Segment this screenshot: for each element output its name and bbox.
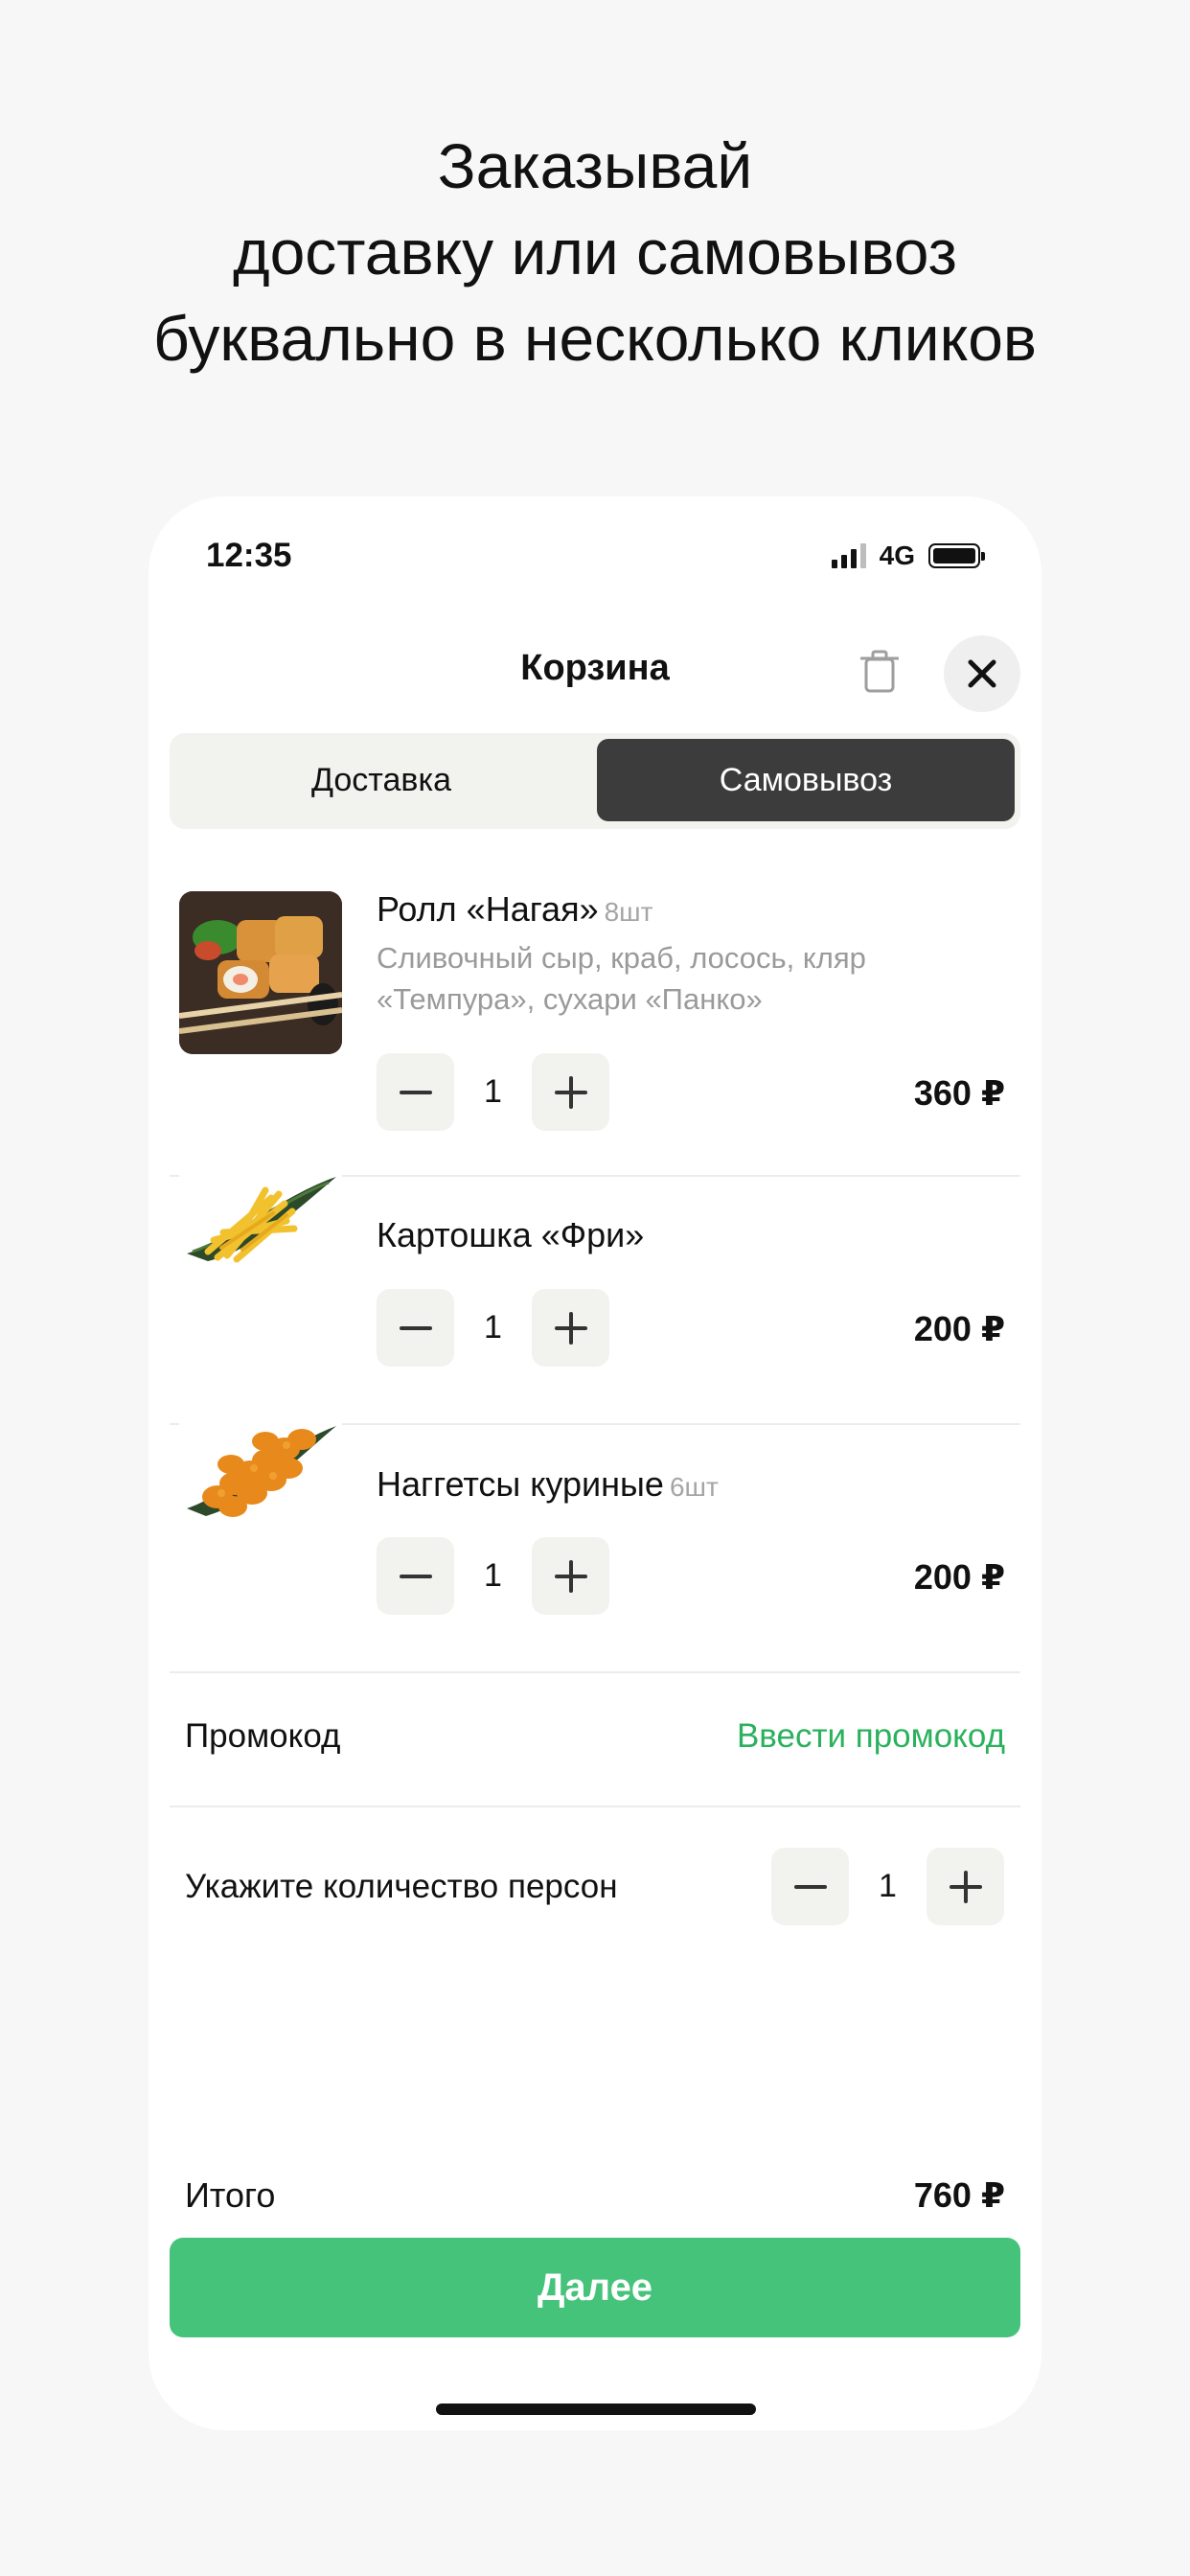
item-image-nuggets — [179, 1384, 342, 1547]
minus-icon — [399, 1090, 432, 1094]
plus-icon — [949, 1870, 982, 1903]
sushi-roll-icon — [179, 891, 342, 1054]
quantity-value: 1 — [484, 1557, 502, 1594]
home-indicator — [436, 2404, 756, 2415]
item-image-fries — [179, 1137, 342, 1300]
fries-icon — [179, 1137, 342, 1300]
increase-button[interactable] — [532, 1053, 609, 1131]
item-description: Сливочный сыр, краб, лосось, кляр «Темпу… — [377, 941, 866, 1016]
minus-icon — [399, 1325, 432, 1330]
status-bar: 12:35 4G — [149, 496, 1041, 621]
quantity-stepper: 1 — [377, 1053, 609, 1131]
increase-persons-button[interactable] — [927, 1848, 1004, 1925]
tab-pickup[interactable]: Самовывоз — [597, 739, 1015, 821]
tab-delivery[interactable]: Доставка — [175, 739, 587, 821]
divider — [170, 1671, 1020, 1673]
phone-screen: 12:35 4G Корзина Доставка Самовывоз Ролл… — [149, 496, 1041, 2430]
headline-line-2: доставку или самовывоз — [233, 217, 957, 288]
enter-promo-link[interactable]: Ввести промокод — [737, 1717, 1005, 1756]
quantity-stepper: 1 — [377, 1289, 609, 1367]
persons-stepper: 1 — [771, 1848, 1004, 1925]
persons-label: Укажите количество персон — [185, 1868, 618, 1905]
divider — [170, 1806, 1020, 1807]
item-price: 360 ₽ — [913, 1073, 1005, 1113]
clear-cart-button[interactable] — [848, 640, 911, 703]
minus-icon — [793, 1884, 827, 1889]
plus-icon — [554, 1311, 587, 1345]
plus-icon — [554, 1559, 587, 1593]
close-icon — [968, 659, 996, 688]
trash-icon — [860, 650, 899, 693]
item-name: Картошка «Фри» — [377, 1215, 645, 1254]
cellular-signal-icon — [831, 543, 866, 568]
persons-value: 1 — [879, 1868, 897, 1904]
delivery-mode-tabs: Доставка Самовывоз — [170, 733, 1020, 829]
item-price: 200 ₽ — [913, 1309, 1005, 1348]
quantity-stepper: 1 — [377, 1537, 609, 1615]
decrease-button[interactable] — [377, 1289, 454, 1367]
increase-button[interactable] — [532, 1289, 609, 1367]
minus-icon — [399, 1574, 432, 1578]
total-value: 760 ₽ — [913, 2175, 1005, 2215]
close-button[interactable] — [944, 635, 1020, 712]
battery-icon — [928, 543, 985, 568]
item-image-roll — [179, 891, 342, 1054]
item-price: 200 ₽ — [913, 1557, 1005, 1597]
status-time: 12:35 — [206, 537, 292, 574]
headline-line-1: Заказывай — [437, 130, 753, 201]
network-type: 4G — [879, 540, 915, 570]
item-qty-note: 8шт — [604, 897, 653, 927]
quantity-value: 1 — [484, 1309, 502, 1346]
total-label: Итого — [185, 2175, 276, 2215]
decrease-persons-button[interactable] — [771, 1848, 849, 1925]
decrease-button[interactable] — [377, 1537, 454, 1615]
promo-headline: Заказывай доставку или самовывоз букваль… — [0, 123, 1190, 381]
quantity-value: 1 — [484, 1073, 502, 1110]
next-button[interactable]: Далее — [170, 2238, 1020, 2337]
item-qty-note: 6шт — [669, 1472, 719, 1502]
item-name: Наггетсы куриные 6шт — [377, 1464, 719, 1504]
decrease-button[interactable] — [377, 1053, 454, 1131]
plus-icon — [554, 1075, 587, 1109]
status-indicators: 4G — [831, 540, 985, 571]
increase-button[interactable] — [532, 1537, 609, 1615]
item-name: Ролл «Нагая» 8шт — [377, 889, 653, 929]
nuggets-icon — [179, 1384, 342, 1547]
promo-label: Промокод — [185, 1717, 341, 1755]
headline-line-3: буквально в несколько кликов — [152, 303, 1037, 374]
